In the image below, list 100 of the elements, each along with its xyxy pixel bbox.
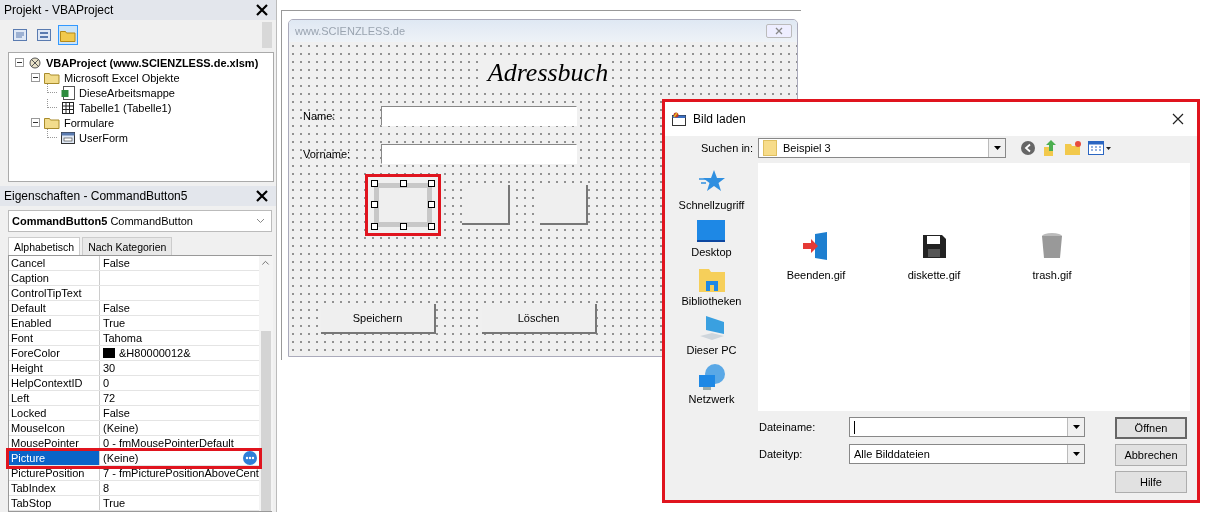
property-name[interactable]: Cancel xyxy=(9,256,100,270)
property-name[interactable]: TabIndex xyxy=(9,481,100,495)
folder-icon xyxy=(44,116,60,129)
property-name[interactable]: Picture xyxy=(9,451,100,465)
property-value[interactable]: &H80000012& xyxy=(119,347,191,359)
caret-icon xyxy=(993,146,1001,150)
place-item[interactable]: Desktop xyxy=(691,218,732,258)
close-icon xyxy=(1172,113,1184,125)
place-item[interactable]: Schnellzugriff xyxy=(678,169,745,211)
property-name[interactable]: MouseIcon xyxy=(9,421,100,435)
ellipsis-button[interactable] xyxy=(242,451,257,465)
property-value[interactable]: False xyxy=(103,302,130,314)
picture-icon xyxy=(671,111,687,127)
property-value[interactable]: False xyxy=(103,257,130,269)
field-label: Dateiname: xyxy=(759,421,817,433)
property-name[interactable]: Caption xyxy=(9,271,100,285)
sheet-icon xyxy=(61,100,75,115)
place-item[interactable]: Bibliotheken xyxy=(681,265,742,307)
collapse-toggle-icon[interactable] xyxy=(31,73,40,82)
caret-icon xyxy=(1072,425,1080,429)
property-value[interactable]: 0 xyxy=(103,377,110,389)
property-name[interactable]: Enabled xyxy=(9,316,100,330)
folder-icon xyxy=(763,140,777,156)
dialog-button[interactable]: Hilfe xyxy=(1115,471,1187,493)
text-field[interactable] xyxy=(381,106,577,126)
property-name[interactable]: Left xyxy=(9,391,100,405)
property-value[interactable]: 0 - fmMousePointerDefault xyxy=(103,437,234,449)
property-value[interactable]: False xyxy=(103,407,130,419)
place-item[interactable]: Dieser PC xyxy=(686,314,737,356)
property-value[interactable]: 7 - fmPicturePositionAboveCent xyxy=(103,467,259,479)
form-button[interactable]: Speichern xyxy=(321,304,436,334)
collapse-toggle-icon[interactable] xyxy=(15,58,24,67)
ellipsis-icon xyxy=(244,456,255,460)
caret-icon xyxy=(1072,452,1080,456)
file-type-dropdown[interactable]: Alle Bilddateien xyxy=(849,444,1085,464)
userform-icon xyxy=(61,130,75,145)
tree-item[interactable]: UserForm xyxy=(79,131,128,144)
userform-title: www.SCIENZLESS.de xyxy=(295,25,406,37)
property-value[interactable]: Tahoma xyxy=(103,332,143,344)
new-folder-icon[interactable] xyxy=(1064,140,1082,156)
field-label: Vorname: xyxy=(302,148,352,160)
tree-item[interactable]: VBAProject (www.SCIENZLESS.de.xlsm) xyxy=(46,56,259,69)
property-name[interactable]: Height xyxy=(9,361,100,375)
dialog-title: Bild laden xyxy=(693,112,746,126)
field-label: Suchen in: xyxy=(700,142,754,154)
dialog-button[interactable]: Öffnen xyxy=(1115,417,1187,439)
property-value[interactable]: True xyxy=(103,317,126,329)
property-name[interactable]: TabStop xyxy=(9,496,100,510)
back-icon[interactable] xyxy=(1020,140,1036,156)
property-value[interactable]: (Keine) xyxy=(103,452,139,464)
panel-title: Projekt - VBAProject xyxy=(4,3,114,17)
property-name[interactable]: Default xyxy=(9,301,100,315)
property-name[interactable]: HelpContextID xyxy=(9,376,100,390)
property-name[interactable]: PicturePosition xyxy=(9,466,100,480)
toolbar-scrollbar[interactable] xyxy=(262,22,272,48)
tab[interactable]: Alphabetisch xyxy=(8,237,81,255)
form-window-icon xyxy=(37,29,51,41)
dialog-button[interactable]: Abbrechen xyxy=(1115,444,1187,466)
file-item[interactable]: trash.gif xyxy=(1022,231,1082,281)
property-name[interactable]: Font xyxy=(9,331,100,345)
property-value[interactable]: 30 xyxy=(103,362,116,374)
property-value[interactable]: (Keine) xyxy=(103,422,139,434)
tree-item[interactable]: DieseArbeitsmappe xyxy=(79,86,175,99)
text-field[interactable] xyxy=(381,144,577,164)
scrollbar[interactable] xyxy=(258,256,273,511)
folder-dropdown[interactable]: Beispiel 3 xyxy=(758,138,1006,158)
file-item[interactable]: diskette.gif xyxy=(904,231,964,281)
property-value[interactable]: True xyxy=(103,497,126,509)
object-dropdown[interactable]: CommandButton5 CommandButton xyxy=(8,210,272,232)
property-value[interactable]: 8 xyxy=(103,482,110,494)
folder-icon xyxy=(60,28,76,42)
code-window-icon xyxy=(13,29,27,41)
project-icon xyxy=(28,55,42,70)
collapse-toggle-icon[interactable] xyxy=(31,118,40,127)
place-item[interactable]: Netzwerk xyxy=(688,363,735,405)
field-label: Name: xyxy=(302,110,337,122)
property-value[interactable]: 72 xyxy=(103,392,116,404)
close-icon xyxy=(775,27,783,35)
image-button[interactable] xyxy=(374,183,432,227)
view-menu-icon[interactable] xyxy=(1088,141,1112,155)
file-item[interactable]: Beenden.gif xyxy=(786,231,846,281)
property-name[interactable]: ControlTipText xyxy=(9,286,100,300)
tree-item[interactable]: Tabelle1 (Tabelle1) xyxy=(79,101,172,114)
close-icon xyxy=(256,190,268,202)
tab[interactable]: Nach Kategorien xyxy=(82,237,173,255)
filename-field[interactable] xyxy=(849,417,1085,437)
form-button[interactable]: Löschen xyxy=(482,304,597,334)
chevron-down-icon xyxy=(256,218,265,224)
property-name[interactable]: ForeColor xyxy=(9,346,100,360)
toolbar-button[interactable] xyxy=(58,25,78,45)
close-button[interactable] xyxy=(254,2,270,18)
network-icon xyxy=(697,363,726,391)
tree-item[interactable]: Microsoft Excel Objekte xyxy=(64,71,180,84)
property-name[interactable]: MousePointer xyxy=(9,436,100,450)
tree-item[interactable]: Formulare xyxy=(64,116,115,129)
up-folder-icon[interactable] xyxy=(1042,139,1058,157)
property-name[interactable]: Locked xyxy=(9,406,100,420)
close-icon xyxy=(256,4,268,16)
close-button[interactable] xyxy=(254,188,270,204)
panel-title: Eigenschaften - CommandButton5 xyxy=(4,189,188,203)
